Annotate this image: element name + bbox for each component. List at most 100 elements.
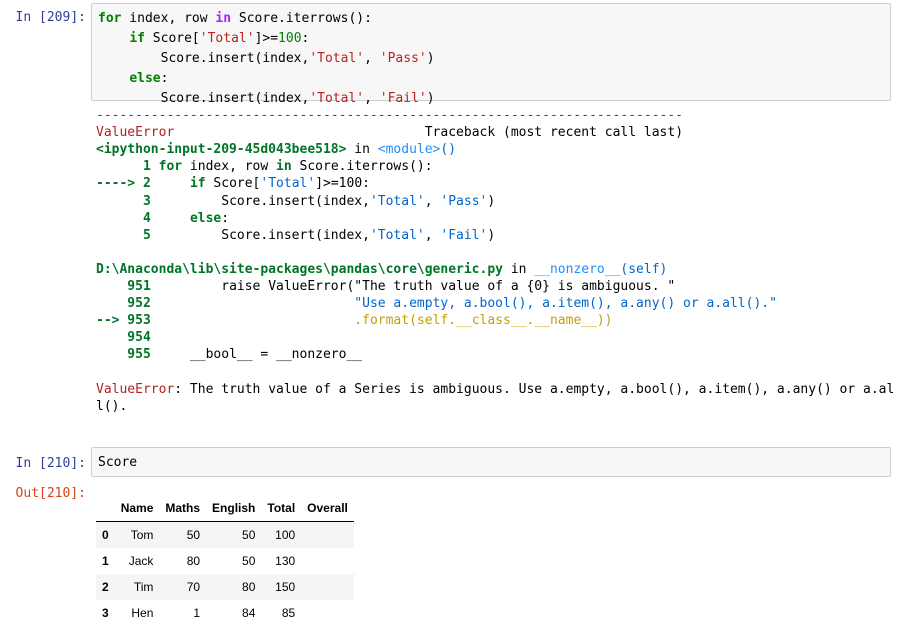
code-token: 100 <box>278 31 302 46</box>
table-cell: 1 <box>193 606 201 620</box>
code-token: 'Fail' <box>379 91 427 106</box>
traceback-token <box>159 313 355 328</box>
traceback-token: D:\Anaconda\lib\site-packages\pandas\cor… <box>96 261 503 277</box>
table-cell <box>301 548 354 574</box>
traceback-line: 952 "Use a.empty, a.bool(), a.item(), a.… <box>96 295 777 312</box>
row-index: 1 <box>102 554 109 568</box>
code-line: Score <box>98 455 138 470</box>
traceback-token: 'Total' <box>369 193 425 209</box>
traceback-token: , <box>424 193 441 209</box>
traceback-token: ) <box>487 227 496 243</box>
code-token: Score.iterrows(): <box>231 11 372 26</box>
column-header: Total <box>261 494 302 522</box>
code-token: 'Total' <box>309 91 365 106</box>
traceback-token: ]>=100: <box>315 176 370 192</box>
row-index: 3 <box>102 606 109 620</box>
traceback-token: in <box>276 159 292 175</box>
code-token: else <box>129 71 161 86</box>
traceback-token: <ipython-input-209-45d043bee518> <box>96 142 347 158</box>
code-token: Score[ <box>144 31 200 46</box>
traceback-token: Score.insert(index, <box>158 227 370 243</box>
code-token: index, row <box>121 11 216 26</box>
traceback-token: raise ValueError("The truth value of a {… <box>158 279 676 294</box>
traceback-token: if <box>189 176 206 192</box>
traceback-line: 1 for index, row in Score.iterrows(): <box>96 158 433 175</box>
table-cell <box>301 522 354 549</box>
table-cell: 84 <box>242 606 256 620</box>
code-token: 'Total' <box>199 31 255 46</box>
traceback-token: else <box>189 210 222 226</box>
traceback-token: Score.iterrows(): <box>291 159 433 175</box>
traceback-token: 4 <box>96 210 159 226</box>
traceback-token: 955 <box>96 347 159 363</box>
traceback-token: index, row <box>182 159 277 175</box>
traceback-token: ValueError <box>96 125 175 141</box>
code-editor[interactable]: for index, row in Score.iterrows(): if S… <box>91 3 891 106</box>
traceback-token: Score.insert(index, <box>158 193 370 209</box>
table-cell: 80 <box>186 554 201 568</box>
column-header <box>96 494 115 522</box>
table-cell <box>301 600 354 626</box>
traceback-line: 951 raise ValueError("The truth value of… <box>96 278 675 295</box>
row-index: 2 <box>102 580 109 594</box>
table-cell: 70 <box>186 580 201 594</box>
code-line: for index, row in Score.iterrows(): <box>98 10 372 27</box>
table-cell: Tom <box>130 528 154 542</box>
traceback-token: 954 <box>96 330 159 346</box>
table-cell <box>301 574 354 600</box>
traceback-line: 955 __bool__ = __nonzero__ <box>96 346 362 363</box>
traceback-token: : The truth value of a Series is ambiguo… <box>174 381 895 397</box>
traceback-token: in <box>503 261 535 277</box>
table-row: 2 Tim 70 80 150 <box>96 574 354 600</box>
table-row: 0 Tom 50 50 100 <box>96 521 354 549</box>
code-token: for <box>98 11 122 26</box>
traceback-token: , <box>424 227 441 243</box>
traceback-token: 'Total' <box>260 176 316 192</box>
table-cell: Jack <box>128 554 154 568</box>
traceback-token: 3 <box>96 193 159 209</box>
code-editor[interactable]: Score <box>91 447 891 477</box>
table-cell: 130 <box>275 554 296 568</box>
traceback-line: 954 <box>96 329 159 346</box>
traceback-token: __bool__ = __nonzero__ <box>158 347 363 363</box>
traceback-line: l(). <box>96 398 127 415</box>
table-cell: 50 <box>242 554 256 568</box>
traceback-token: : <box>221 210 230 226</box>
table-cell: Tim <box>133 580 154 594</box>
traceback-token: () <box>440 142 457 158</box>
column-header: Maths <box>159 494 207 522</box>
code-token: , <box>364 91 380 106</box>
traceback-line: ValueError Traceback (most recent call l… <box>96 124 683 141</box>
code-token: ) <box>426 91 435 106</box>
traceback-token: ----------------------------------------… <box>96 108 683 123</box>
traceback-line: ----> 2 if Score['Total']>=100: <box>96 175 370 192</box>
row-index: 0 <box>102 528 109 542</box>
traceback-token: 951 <box>96 279 159 294</box>
column-header: Overall <box>301 494 354 522</box>
code-line: if Score['Total']>=100: <box>98 30 309 47</box>
traceback-token: Score[ <box>205 176 261 192</box>
traceback-token: ----> 2 <box>96 176 159 192</box>
traceback-line: ----------------------------------------… <box>96 107 683 124</box>
traceback-token: .format(self.__class__.__name__)) <box>354 313 613 329</box>
code-token: Score.insert(index, <box>98 91 310 106</box>
column-header: Name <box>114 494 160 522</box>
code-line: Score.insert(index,'Total', 'Pass') <box>98 50 435 67</box>
table-row: 1 Jack 80 50 130 <box>96 548 354 574</box>
traceback-token: ValueError <box>96 381 175 397</box>
code-token: : <box>160 71 169 86</box>
code-line: else: <box>98 70 168 87</box>
code-token: 'Pass' <box>379 51 427 66</box>
traceback-token: 'Total' <box>369 227 425 243</box>
code-token: in <box>215 11 232 26</box>
traceback-token: in <box>346 142 378 158</box>
traceback-token: 952 <box>96 296 159 312</box>
traceback-token <box>159 296 355 311</box>
traceback-token: 5 <box>96 227 159 243</box>
traceback-line: 4 else: <box>96 210 229 227</box>
output-prompt: Out[210]: <box>15 486 86 501</box>
traceback-token: <module> <box>377 142 441 158</box>
table-cell: Hen <box>131 606 154 620</box>
